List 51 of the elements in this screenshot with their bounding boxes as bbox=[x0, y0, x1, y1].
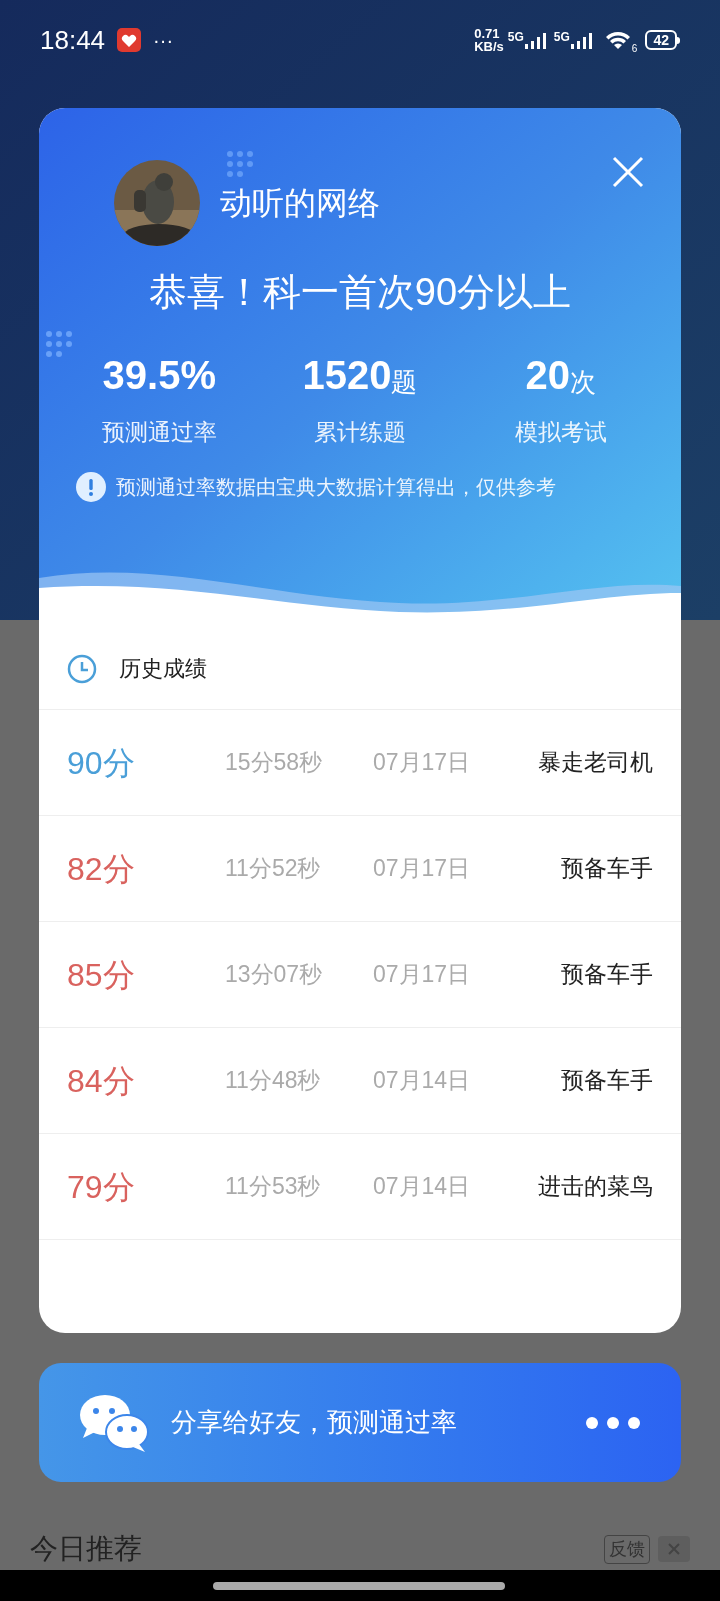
date: 07月14日 bbox=[373, 1172, 472, 1202]
score: 82分 bbox=[67, 849, 136, 889]
headline: 恭喜！科一首次90分以上 bbox=[148, 270, 572, 315]
more-notifications: ··· bbox=[153, 28, 174, 53]
rank-title: 预备车手 bbox=[560, 854, 653, 884]
stat-value: 39.5% bbox=[102, 355, 217, 395]
score: 85分 bbox=[67, 955, 136, 995]
share-banner[interactable]: 分享给好友，预测通过率 bbox=[39, 1363, 681, 1482]
stat-label: 累计练题 bbox=[314, 418, 406, 447]
chat-bubbles-icon bbox=[79, 1393, 149, 1452]
battery-icon: 42 bbox=[645, 30, 680, 50]
rank-title: 预备车手 bbox=[560, 960, 653, 990]
more-icon[interactable] bbox=[585, 1415, 641, 1430]
dot-pattern-icon bbox=[45, 330, 75, 358]
rank-title: 预备车手 bbox=[560, 1066, 653, 1096]
user-name: 动听的网络 bbox=[220, 184, 380, 223]
clock: 18:44 bbox=[40, 23, 106, 57]
duration: 11分53秒 bbox=[225, 1172, 322, 1202]
date: 07月17日 bbox=[373, 960, 472, 990]
rank-title: 暴走老司机 bbox=[537, 748, 653, 778]
network-type: 5G bbox=[507, 29, 524, 46]
clock-icon bbox=[67, 653, 97, 684]
stat-unit: 次 bbox=[569, 369, 596, 395]
stat-unit: 题 bbox=[391, 369, 418, 395]
section-title: 今日推荐 bbox=[30, 1532, 142, 1566]
disclaimer-text: 预测通过率数据由宝典大数据计算得出，仅供参考 bbox=[116, 474, 556, 500]
date: 07月17日 bbox=[373, 854, 472, 884]
stat-label: 预测通过率 bbox=[101, 418, 217, 447]
net-speed-unit: KB/s bbox=[474, 40, 504, 53]
section-title: 历史成绩 bbox=[119, 655, 207, 683]
heart-app-icon bbox=[117, 28, 142, 52]
duration: 15分58秒 bbox=[225, 748, 324, 778]
date: 07月14日 bbox=[373, 1066, 472, 1096]
date: 07月17日 bbox=[373, 748, 472, 778]
duration: 11分48秒 bbox=[225, 1066, 322, 1096]
score: 90分 bbox=[67, 743, 136, 783]
rank-title: 进击的菜鸟 bbox=[537, 1172, 653, 1202]
duration: 11分52秒 bbox=[225, 854, 322, 884]
share-text: 分享给好友，预测通过率 bbox=[171, 1406, 457, 1439]
net-speed: 0.71 bbox=[474, 27, 501, 40]
score: 79分 bbox=[67, 1167, 136, 1207]
network-type: 5G bbox=[553, 29, 570, 46]
feedback-button[interactable]: 反馈 bbox=[604, 1534, 650, 1564]
wifi-standard: 6 bbox=[631, 42, 638, 56]
score: 84分 bbox=[67, 1061, 136, 1101]
duration: 13分07秒 bbox=[225, 960, 324, 990]
close-icon[interactable] bbox=[612, 156, 644, 188]
stat-value: 1520 bbox=[302, 355, 392, 395]
stat-label: 模拟考试 bbox=[514, 418, 607, 447]
info-icon bbox=[76, 471, 106, 502]
stat-value: 20 bbox=[525, 355, 570, 395]
